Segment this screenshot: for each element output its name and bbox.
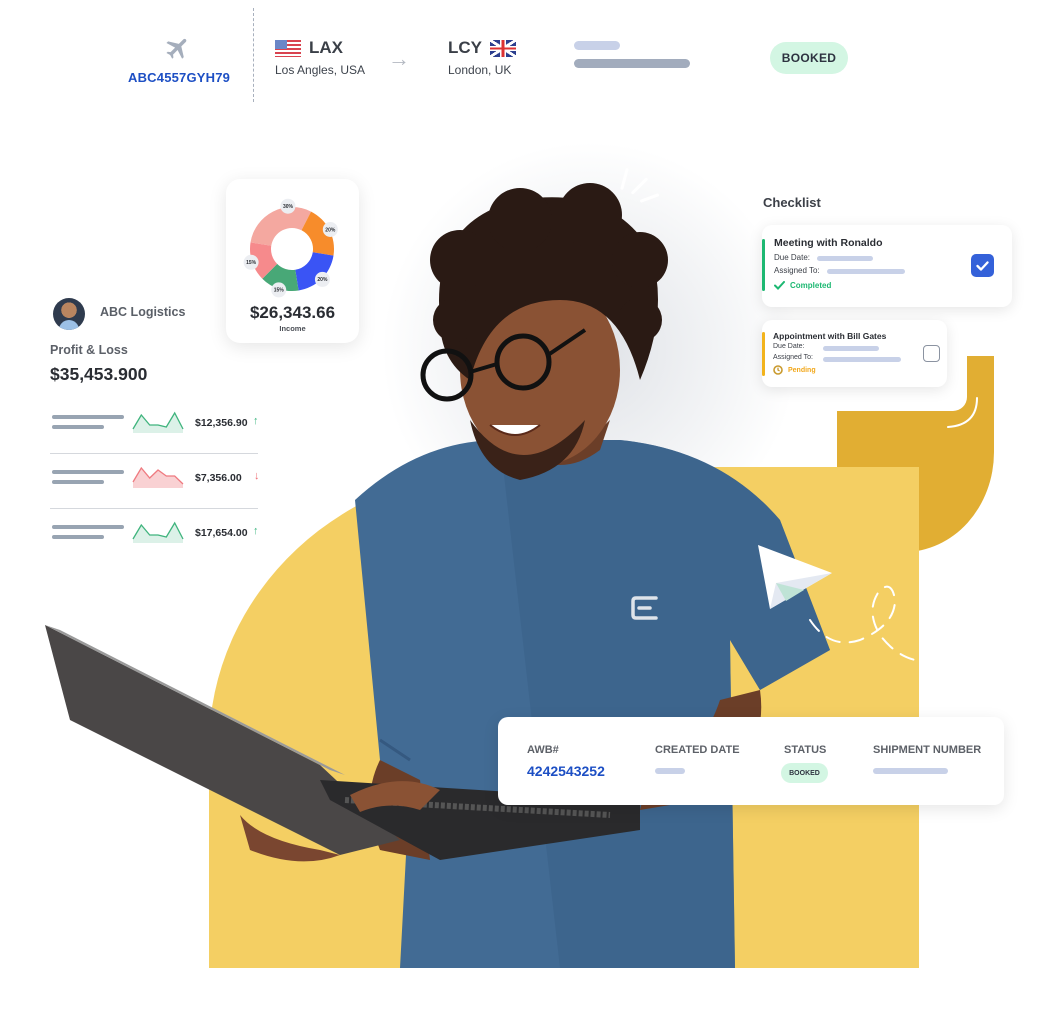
placeholder-line [52,535,104,539]
profit-loss-amount: $35,453.900 [50,364,148,384]
profit-loss-row[interactable]: $17,654.00 ↑ [50,517,259,557]
shipment-number-header: SHIPMENT NUMBER [873,744,982,756]
placeholder-line [52,525,124,529]
status-accent-bar [762,332,765,376]
task-checkbox-checked[interactable] [971,254,994,277]
profit-loss-value: $12,356.90 [195,417,248,429]
task-card-pending[interactable]: Appointment with Bill Gates Due Date: As… [762,320,947,387]
placeholder-line [827,269,905,274]
checklist-title: Checklist [763,195,821,210]
income-label: Income [279,324,306,333]
donut-slice-label: 20% [317,277,328,283]
placeholder-line [52,470,124,474]
placeholder-line [52,480,104,484]
row-divider [50,453,258,454]
checkmark-icon [976,260,989,271]
placeholder-line [823,346,879,351]
trend-up-icon: ↑ [253,525,259,537]
shipment-card[interactable]: AWB# CREATED DATE STATUS SHIPMENT NUMBER… [498,717,1004,805]
sparkline-up [132,521,184,543]
awb-number[interactable]: 4242543252 [527,763,605,779]
row-divider [50,508,258,509]
due-date-label: Due Date: [774,253,811,262]
income-donut-chart: 30% 20% 20% 15% 15% [243,198,338,298]
income-amount: $26,343.66 [249,303,336,322]
created-date-header: CREATED DATE [655,744,740,756]
assigned-to-label: Assigned To: [773,354,813,361]
placeholder-line [52,415,124,419]
due-date-label: Due Date: [773,343,805,350]
profit-loss-value: $17,654.00 [195,527,248,539]
assigned-to-label: Assigned To: [774,266,820,275]
company-name: ABC Logistics [100,305,186,319]
checkmark-icon [774,281,785,290]
sparkline-area [133,468,183,488]
income-card: 30% 20% 20% 15% 15% $26,343.66 Income [226,179,359,343]
task-title: Meeting with Ronaldo [774,237,883,249]
clock-icon [773,365,783,375]
sparkline-up [132,411,184,433]
profit-loss-row[interactable]: $12,356.90 ↑ [50,407,259,447]
task-status-label: Pending [788,366,816,374]
created-date-placeholder [655,768,685,774]
task-status: Completed [774,281,831,290]
task-status-label: Completed [790,281,832,290]
task-status: Pending [773,365,816,375]
donut-slice-label: 20% [325,227,336,233]
trend-down-icon: ↓ [254,470,260,482]
task-title: Appointment with Bill Gates [773,331,887,341]
shipment-number-placeholder [873,768,948,774]
trend-up-icon: ↑ [253,415,259,427]
sparkline-down [132,466,184,488]
donut-slice-label: 15% [274,288,285,294]
task-card-completed[interactable]: Meeting with Ronaldo Due Date: Assigned … [762,225,1012,307]
status-header: STATUS [784,744,827,756]
shipment-status-badge: BOOKED [781,763,828,783]
donut-slice-label: 30% [283,204,294,210]
task-checkbox-unchecked[interactable] [923,345,940,362]
profit-loss-row[interactable]: $7,356.00 ↓ [50,462,260,502]
donut-slice [295,252,334,291]
brand-logo-icon [631,596,658,620]
placeholder-line [52,425,104,429]
awb-header: AWB# [527,744,559,756]
profit-loss-label: Profit & Loss [50,343,128,357]
status-accent-bar [762,239,765,291]
donut-slice [250,207,312,246]
dashed-flight-path [809,585,916,661]
placeholder-line [823,357,901,362]
donut-slice-label: 15% [246,260,257,266]
placeholder-line [817,256,873,261]
company-avatar[interactable] [53,298,85,330]
profit-loss-value: $7,356.00 [195,472,242,484]
